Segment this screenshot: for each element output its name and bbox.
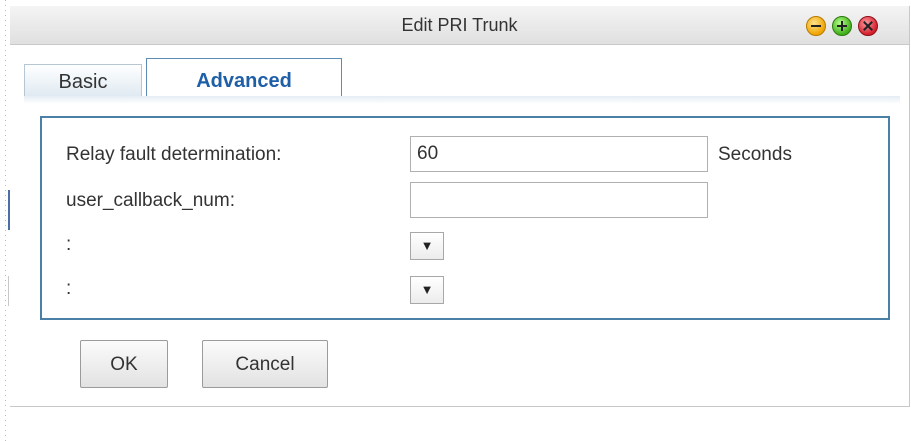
close-icon[interactable] xyxy=(858,16,878,36)
select2-label: : xyxy=(66,278,72,299)
user-callback-label: user_callback_num: xyxy=(66,190,235,211)
select1-label: : xyxy=(66,234,72,255)
tab-strip xyxy=(24,96,900,104)
left-divider xyxy=(8,276,9,306)
relay-fault-unit: Seconds xyxy=(718,144,792,165)
chevron-down-icon: ▼ xyxy=(420,238,434,253)
user-callback-input[interactable] xyxy=(410,182,708,218)
select1-dropdown[interactable]: ▼ xyxy=(410,232,444,260)
title-bar[interactable]: Edit PRI Trunk xyxy=(10,6,909,45)
dotted-guide xyxy=(5,0,6,441)
chevron-down-icon: ▼ xyxy=(420,282,434,297)
advanced-settings-panel: Relay fault determination: Seconds user_… xyxy=(40,116,890,320)
edit-pri-trunk-dialog: Edit PRI Trunk Basic Advanced Relay faul… xyxy=(10,6,910,407)
cancel-button[interactable]: Cancel xyxy=(202,340,328,388)
select2-dropdown[interactable]: ▼ xyxy=(410,276,444,304)
relay-fault-input[interactable] xyxy=(410,136,708,172)
tab-bar: Basic Advanced xyxy=(24,58,894,102)
ok-button[interactable]: OK xyxy=(80,340,168,388)
relay-fault-label: Relay fault determination: xyxy=(66,144,282,165)
minimize-icon[interactable] xyxy=(806,16,826,36)
dialog-title: Edit PRI Trunk xyxy=(401,15,518,35)
tab-basic[interactable]: Basic xyxy=(24,64,142,100)
maximize-icon[interactable] xyxy=(832,16,852,36)
